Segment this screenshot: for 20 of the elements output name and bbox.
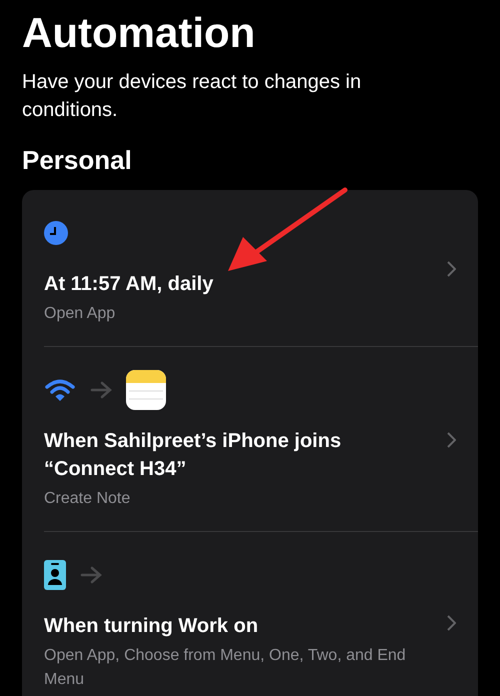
arrow-icon: [90, 381, 112, 399]
automation-title: When turning Work on: [44, 614, 260, 639]
automation-actions: Create Note: [44, 489, 132, 509]
page-title: Automation: [22, 8, 256, 58]
automation-title: At 11:57 AM, daily: [44, 272, 214, 297]
arrow-icon: [80, 566, 102, 584]
wifi-icon: [44, 378, 76, 402]
page-subtitle: Have your devices react to changes in conditions.: [22, 70, 362, 123]
automation-row[interactable]: When Sahilpreet’s iPhone joins “Connect H34” Create Note: [44, 347, 478, 532]
automation-actions: Open App: [44, 304, 116, 324]
clock-icon: [44, 221, 68, 245]
automation-title: When Sahilpreet’s iPhone joins “Connect H34”: [44, 429, 342, 482]
section-heading: Personal: [22, 144, 133, 176]
automation-row[interactable]: When turning Work on Open App, Choose from Menu, One, Two, and End Menu: [44, 532, 478, 696]
chevron-right-icon: [447, 432, 456, 448]
automation-actions: Open App, Choose from Menu, One, Two, and End Menu: [44, 646, 407, 690]
id-badge-icon: [44, 560, 66, 590]
chevron-right-icon: [447, 261, 456, 277]
notes-icon: [126, 370, 166, 410]
chevron-right-icon: [447, 615, 456, 631]
